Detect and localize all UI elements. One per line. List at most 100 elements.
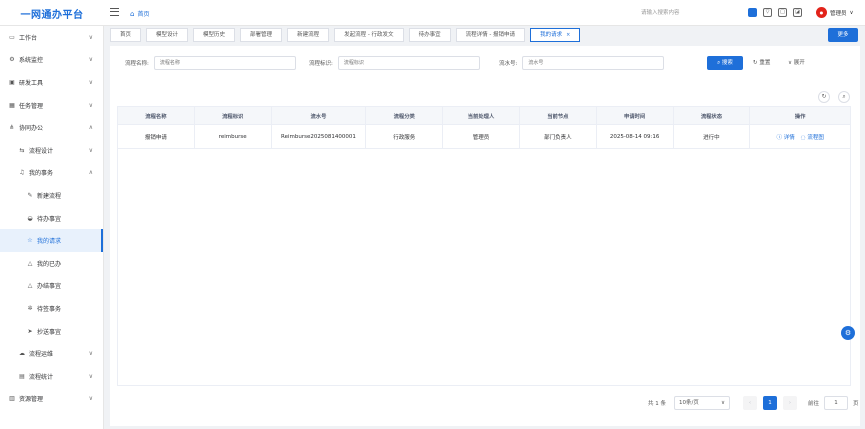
triangle-icon: △ (27, 282, 33, 290)
table-cell: 进行中 (674, 125, 751, 148)
fullscreen-icon[interactable]: □ (778, 8, 787, 17)
search-button[interactable]: ⌕ 搜索 (707, 56, 743, 70)
main-content: 流程名称: 流程标识: 流水号: ⌕ 搜索 ↻ 重置 ∨ 展开 ↻ ⌕ 流程名称… (110, 46, 860, 426)
sidebar-item-7[interactable]: ✎ 新建流程 (0, 184, 103, 207)
sidebar-item-label: 新建流程 (37, 192, 62, 200)
sidebar-item-label: 协同办公 (19, 125, 44, 133)
sidebar-item-3[interactable]: ▦ 任务管理 ∨ (0, 94, 103, 117)
requests-table: 流程名称 流程标识 流水号 流程分类 当前处理人 当前节点 申请时间 流程状态 操作 报销申请 r… (117, 106, 851, 386)
sidebar-item-label: 我的已办 (37, 260, 62, 268)
more-button[interactable]: 更多 (828, 28, 858, 42)
tab-4[interactable]: 新建流程 (287, 28, 330, 42)
flow-icon: ⇆ (19, 146, 25, 154)
detail-link[interactable]: ⓘ 详情 (777, 133, 795, 141)
page-size-value: 10条/页 (679, 400, 699, 406)
sidebar-item-4[interactable]: ⋔ 协同办公 ∧ (0, 116, 103, 139)
sidebar-item-13[interactable]: ➤ 抄送事宜 (0, 320, 103, 343)
column-header: 当前处理人 (443, 107, 520, 124)
page-size-select[interactable]: 10条/页 ∨ (674, 396, 730, 410)
tab-2[interactable]: 模型历史 (193, 28, 236, 42)
tab-5[interactable]: 发起流程 - 行政发文 (334, 28, 404, 42)
layout-icon[interactable] (748, 8, 757, 17)
cloud-icon: ☁ (19, 350, 25, 358)
table-cell: 2025-08-14 09:16 (597, 125, 674, 148)
column-header: 流程标识 (195, 107, 272, 124)
sidebar-item-12[interactable]: ✲ 待签事务 (0, 297, 103, 320)
tab-7[interactable]: 流程详情 - 报销申请 (455, 28, 526, 42)
sidebar-item-11[interactable]: △ 办结事宜 (0, 275, 103, 298)
sidebar-item-5[interactable]: ⇆ 流程设计 ∨ (0, 139, 103, 162)
close-icon[interactable]: × (566, 32, 570, 38)
tab-label: 新建流程 (297, 32, 320, 38)
tab-6[interactable]: 待办事宜 (408, 28, 451, 42)
tab-bar: 首页 模型设计 模型历史 部署管理 新建流程 发起流程 - 行政发文 待办事宜 流程详情 - … (110, 28, 865, 42)
avatar: ● (816, 7, 827, 18)
process-key-input[interactable] (337, 56, 480, 70)
app-brand[interactable]: 一网通办平台 (0, 0, 104, 26)
sidebar-item-label: 办结事宜 (37, 283, 62, 291)
sidebar-item-15[interactable]: ▤ 流程统计 ∨ (0, 365, 103, 388)
chevron-up-icon: ∧ (88, 169, 93, 177)
sidebar-item-6[interactable]: ♫ 我的事务 ∧ (0, 162, 103, 185)
tab-8[interactable]: 我的请求 × (530, 28, 581, 42)
action-label: 详情 (783, 134, 795, 141)
sidebar-item-10[interactable]: △ 我的已办 (0, 252, 103, 275)
breadcrumb-home-label: 首页 (137, 11, 150, 18)
search-button-label: 搜索 (721, 60, 733, 66)
page-number[interactable]: 1 (763, 396, 777, 410)
database-icon: ▥ (9, 395, 15, 403)
chevron-down-icon: ∨ (849, 9, 854, 16)
chevron-down-icon: ∨ (88, 395, 93, 403)
search-icon[interactable]: ⌕ (838, 91, 850, 103)
serial-number-input[interactable] (522, 56, 665, 70)
tab-label: 流程详情 - 报销申请 (465, 32, 516, 38)
prev-page-button[interactable]: ‹ (743, 396, 757, 410)
flowchart-link[interactable]: ◌ 流程图 (801, 133, 824, 141)
search-field-serial: 流水号: (499, 56, 665, 70)
sidebar-item-16[interactable]: ▥ 资源管理 ∨ (0, 388, 103, 411)
field-label: 流程名称: (125, 61, 149, 67)
reset-button-label: 重置 (759, 60, 771, 66)
sidebar-item-14[interactable]: ☁ 流程运维 ∨ (0, 342, 103, 365)
shirt-icon[interactable]: ▽ (763, 8, 772, 17)
tab-0[interactable]: 首页 (110, 28, 142, 42)
sidebar-item-0[interactable]: ▭ 工作台 ∨ (0, 26, 103, 49)
process-name-input[interactable] (153, 56, 296, 70)
sidebar-item-2[interactable]: ▣ 研发工具 ∨ (0, 71, 103, 94)
reset-button[interactable]: ↻ 重置 (753, 56, 770, 70)
goto-page-input[interactable]: 1 (824, 396, 849, 410)
table-cell: reimburse (195, 125, 272, 148)
tab-1[interactable]: 模型设计 (146, 28, 189, 42)
sidebar-item-9[interactable]: ☆ 我的请求 (0, 229, 103, 252)
search-field-key: 流程标识: (309, 56, 480, 70)
sidebar-item-label: 系统监控 (19, 57, 44, 65)
breadcrumb-home[interactable]: ⌂ 首页 (130, 9, 150, 19)
page-suffix: 页 (853, 401, 859, 407)
chevron-down-icon: ∨ (88, 56, 93, 64)
sidebar-item-8[interactable]: ◒ 待办事宜 (0, 207, 103, 230)
settings-float-button[interactable]: ⚙ (841, 326, 855, 340)
goto-label: 前往 (808, 401, 820, 407)
column-header: 流程分类 (366, 107, 444, 124)
lock-icon[interactable]: ◪ (793, 8, 802, 17)
tab-3[interactable]: 部署管理 (240, 28, 283, 42)
sidebar-item-label: 流程设计 (29, 147, 54, 155)
column-header: 流水号 (272, 107, 367, 124)
table-cell: 部门负责人 (520, 125, 597, 148)
pagination: 共 1 条 10条/页 ∨ ‹ 1 › 前往 1 页 (648, 396, 859, 410)
table-cell: 行政服务 (366, 125, 444, 148)
next-page-button[interactable]: › (783, 396, 797, 410)
user-menu[interactable]: ● 管理员 ∨ (816, 7, 854, 18)
refresh-icon[interactable]: ↻ (818, 91, 830, 103)
table-cell: Reimburse2025081400001 (272, 125, 367, 148)
sidebar-item-1[interactable]: ⚙ 系统监控 ∨ (0, 49, 103, 72)
field-label: 流水号: (499, 61, 518, 67)
sidebar: ▭ 工作台 ∨ ⚙ 系统监控 ∨ ▣ 研发工具 ∨ ▦ 任务管理 ∨ ⋔ 协同办公 ∧ ⇆ 流程设计 ∨ ♫ 我的事务… (0, 26, 104, 429)
menu-toggle-icon[interactable] (110, 8, 119, 16)
header-search[interactable]: 请输入搜索内容 (641, 8, 680, 16)
chevron-up-icon: ∧ (88, 124, 93, 132)
column-header: 操作 (794, 113, 806, 120)
sidebar-item-label: 资源管理 (19, 396, 44, 404)
expand-button[interactable]: ∨ 展开 (788, 56, 805, 70)
gear-icon: ⚙ (9, 56, 15, 64)
